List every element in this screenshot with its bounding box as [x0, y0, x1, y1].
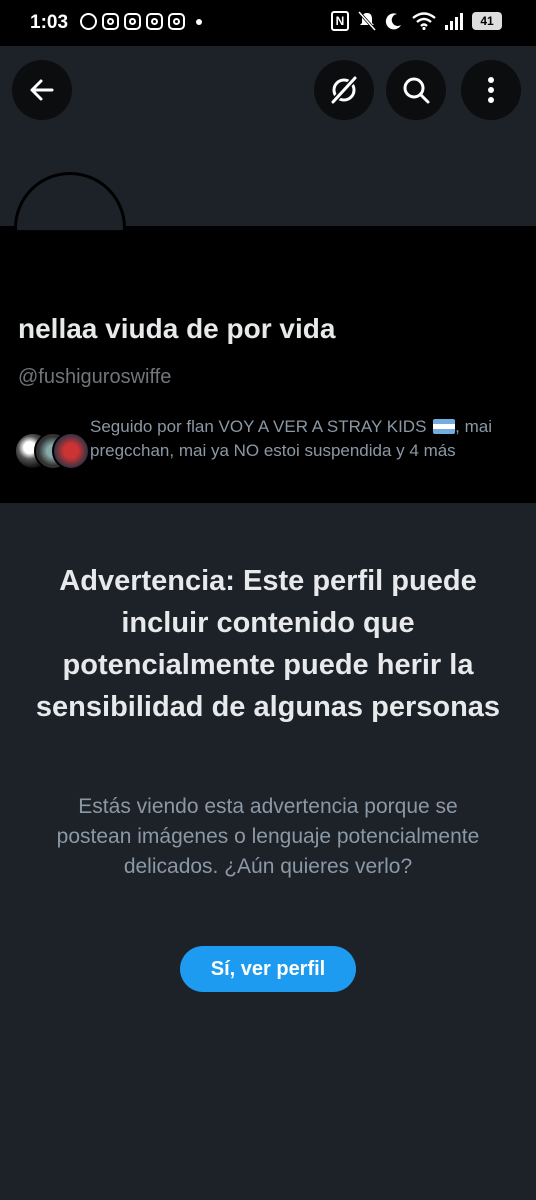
system-icons: N 41 [331, 11, 502, 31]
grok-button[interactable] [314, 60, 374, 120]
instagram-icon [124, 13, 141, 30]
follower-avatar [52, 432, 90, 470]
notification-icons [80, 13, 202, 30]
instagram-icon [102, 13, 119, 30]
instagram-icon [168, 13, 185, 30]
instagram-icon [146, 13, 163, 30]
view-profile-button[interactable]: Sí, ver perfil [180, 946, 356, 992]
more-vertical-icon [488, 77, 494, 103]
nfc-icon: N [331, 11, 349, 31]
back-button[interactable] [12, 60, 72, 120]
more-options-button[interactable] [461, 60, 521, 120]
search-icon [403, 77, 430, 104]
whatsapp-icon [80, 13, 97, 30]
moon-icon [385, 13, 401, 30]
warning-description: Estás viendo esta advertencia porque se … [56, 795, 480, 878]
argentina-flag-icon [433, 419, 456, 434]
search-button[interactable] [386, 60, 446, 120]
warning-title: Advertencia: Este perfil puede incluir c… [35, 565, 501, 723]
grok-icon [329, 74, 359, 106]
profile-handle: @fushiguroswiffe [18, 366, 172, 388]
status-time: 1:03 [30, 12, 69, 33]
mute-bell-icon [358, 11, 376, 31]
followed-by-first: Seguido por flan VOY A VER A STRAY KIDS [90, 417, 427, 436]
battery-icon: 41 [472, 12, 502, 30]
followed-by-text[interactable]: Seguido por flan VOY A VER A STRAY KIDS … [90, 415, 520, 463]
profile-display-name: nellaa viuda de por vida [18, 313, 336, 344]
wifi-icon [412, 12, 436, 30]
arrow-left-icon [30, 79, 54, 101]
followers-you-know-avatars[interactable] [14, 430, 90, 470]
more-notifications-dot-icon [196, 18, 202, 25]
status-bar: 1:03 N 41 [0, 0, 536, 46]
signal-icon [445, 12, 463, 30]
